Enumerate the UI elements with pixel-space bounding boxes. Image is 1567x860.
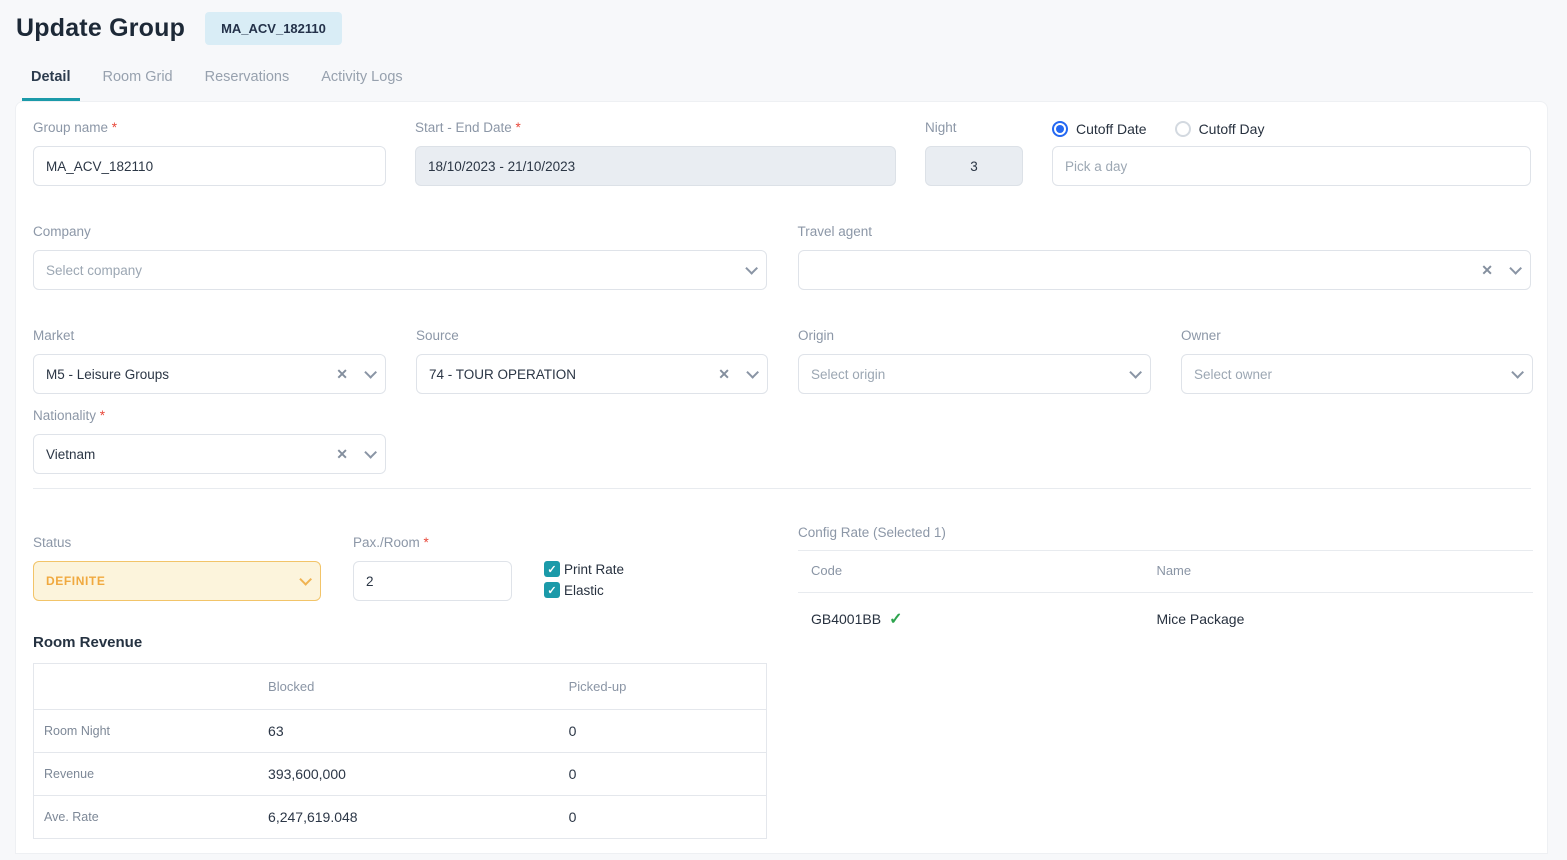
company-placeholder: Select company xyxy=(46,263,737,278)
tab-activity-logs[interactable]: Activity Logs xyxy=(312,69,411,101)
section-divider xyxy=(33,488,1531,489)
revenue-label: Revenue xyxy=(34,753,269,796)
status-value: DEFINITE xyxy=(46,574,291,588)
config-rate-title: Config Rate (Selected 1) xyxy=(798,525,1533,543)
travel-agent-select[interactable]: ✕ xyxy=(798,250,1532,290)
cutoff-day-radio[interactable] xyxy=(1175,121,1191,137)
cutoff-date-label: Cutoff Date xyxy=(1076,121,1147,137)
check-icon: ✓ xyxy=(889,609,902,629)
clear-icon[interactable]: ✕ xyxy=(336,447,348,461)
date-range-label: Start - End Date xyxy=(415,120,896,138)
owner-select[interactable]: Select owner xyxy=(1181,354,1533,394)
origin-label: Origin xyxy=(798,328,1151,346)
config-rate-row[interactable]: GB4001BB ✓ Mice Package xyxy=(798,593,1533,629)
company-label: Company xyxy=(33,224,767,242)
market-select[interactable]: M5 - Leisure Groups ✕ xyxy=(33,354,386,394)
cutoff-day-label: Cutoff Day xyxy=(1199,121,1265,137)
tab-room-grid[interactable]: Room Grid xyxy=(94,69,182,101)
nationality-label: Nationality xyxy=(33,408,386,426)
revenue-picked-up: 0 xyxy=(569,753,767,796)
ave-rate-picked-up: 0 xyxy=(569,796,767,839)
source-select[interactable]: 74 - TOUR OPERATION ✕ xyxy=(416,354,768,394)
tab-bar: Detail Room Grid Reservations Activity L… xyxy=(22,69,1567,101)
tab-detail[interactable]: Detail xyxy=(22,69,80,101)
rate-code: GB4001BB xyxy=(811,611,881,627)
clear-icon[interactable]: ✕ xyxy=(1481,263,1493,277)
table-row: Room Night 63 0 xyxy=(34,710,767,753)
cutoff-date-radio[interactable] xyxy=(1052,121,1068,137)
chevron-down-icon[interactable] xyxy=(299,573,312,586)
nationality-select[interactable]: Vietnam ✕ xyxy=(33,434,386,474)
night-input: 3 xyxy=(925,146,1023,186)
ave-rate-blocked: 6,247,619.048 xyxy=(268,796,569,839)
status-label: Status xyxy=(33,535,321,553)
name-column-header: Name xyxy=(1143,551,1533,592)
detail-panel: Group name Start - End Date 18/10/2023 -… xyxy=(15,101,1548,854)
print-rate-option[interactable]: Print Rate xyxy=(544,561,624,577)
ave-rate-label: Ave. Rate xyxy=(34,796,269,839)
clear-icon[interactable]: ✕ xyxy=(336,367,348,381)
chevron-down-icon[interactable] xyxy=(364,366,377,379)
elastic-checkbox[interactable] xyxy=(544,582,560,598)
travel-agent-label: Travel agent xyxy=(798,224,1532,242)
picked-up-column-header: Picked-up xyxy=(569,664,767,710)
group-code-badge: MA_ACV_182110 xyxy=(205,12,342,45)
night-value: 3 xyxy=(970,159,978,174)
owner-label: Owner xyxy=(1181,328,1533,346)
chevron-down-icon[interactable] xyxy=(1511,366,1524,379)
night-label: Night xyxy=(925,120,1023,138)
owner-placeholder: Select owner xyxy=(1194,367,1503,382)
room-revenue-title: Room Revenue xyxy=(33,634,767,651)
revenue-blocked: 393,600,000 xyxy=(268,753,569,796)
source-value: 74 - TOUR OPERATION xyxy=(429,367,710,382)
elastic-option[interactable]: Elastic xyxy=(544,582,624,598)
page-header: Update Group MA_ACV_182110 Detail Room G… xyxy=(0,0,1567,101)
cutoff-day-option[interactable]: Cutoff Day xyxy=(1175,121,1265,137)
origin-select[interactable]: Select origin xyxy=(798,354,1151,394)
cutoff-radio-group: Cutoff Date Cutoff Day xyxy=(1052,120,1531,138)
elastic-label: Elastic xyxy=(564,583,604,598)
room-night-label: Room Night xyxy=(34,710,269,753)
group-name-label: Group name xyxy=(33,120,386,138)
room-revenue-table: Blocked Picked-up Room Night 63 0 Revenu… xyxy=(33,663,767,839)
date-range-input: 18/10/2023 - 21/10/2023 xyxy=(415,146,896,186)
table-row: Ave. Rate 6,247,619.048 0 xyxy=(34,796,767,839)
chevron-down-icon[interactable] xyxy=(745,262,758,275)
nationality-value: Vietnam xyxy=(46,447,328,462)
group-name-input[interactable] xyxy=(33,146,386,186)
table-row: Revenue 393,600,000 0 xyxy=(34,753,767,796)
room-night-picked-up: 0 xyxy=(569,710,767,753)
room-night-blocked: 63 xyxy=(268,710,569,753)
chevron-down-icon[interactable] xyxy=(1509,262,1522,275)
cutoff-date-option[interactable]: Cutoff Date xyxy=(1052,121,1147,137)
market-label: Market xyxy=(33,328,386,346)
chevron-down-icon[interactable] xyxy=(364,446,377,459)
tab-reservations[interactable]: Reservations xyxy=(196,69,299,101)
chevron-down-icon[interactable] xyxy=(1129,366,1142,379)
company-select[interactable]: Select company xyxy=(33,250,767,290)
origin-placeholder: Select origin xyxy=(811,367,1121,382)
clear-icon[interactable]: ✕ xyxy=(718,367,730,381)
date-range-value: 18/10/2023 - 21/10/2023 xyxy=(428,159,883,174)
pax-room-label: Pax./Room xyxy=(353,535,512,553)
chevron-down-icon[interactable] xyxy=(746,366,759,379)
page-title: Update Group xyxy=(16,14,185,43)
code-column-header: Code xyxy=(798,551,1143,592)
status-select[interactable]: DEFINITE xyxy=(33,561,321,601)
source-label: Source xyxy=(416,328,768,346)
print-rate-label: Print Rate xyxy=(564,562,624,577)
market-value: M5 - Leisure Groups xyxy=(46,367,328,382)
print-rate-checkbox[interactable] xyxy=(544,561,560,577)
blocked-column-header: Blocked xyxy=(268,664,569,710)
rate-name: Mice Package xyxy=(1143,593,1533,629)
pax-room-input[interactable] xyxy=(353,561,512,601)
pick-a-day-input[interactable] xyxy=(1052,146,1531,186)
